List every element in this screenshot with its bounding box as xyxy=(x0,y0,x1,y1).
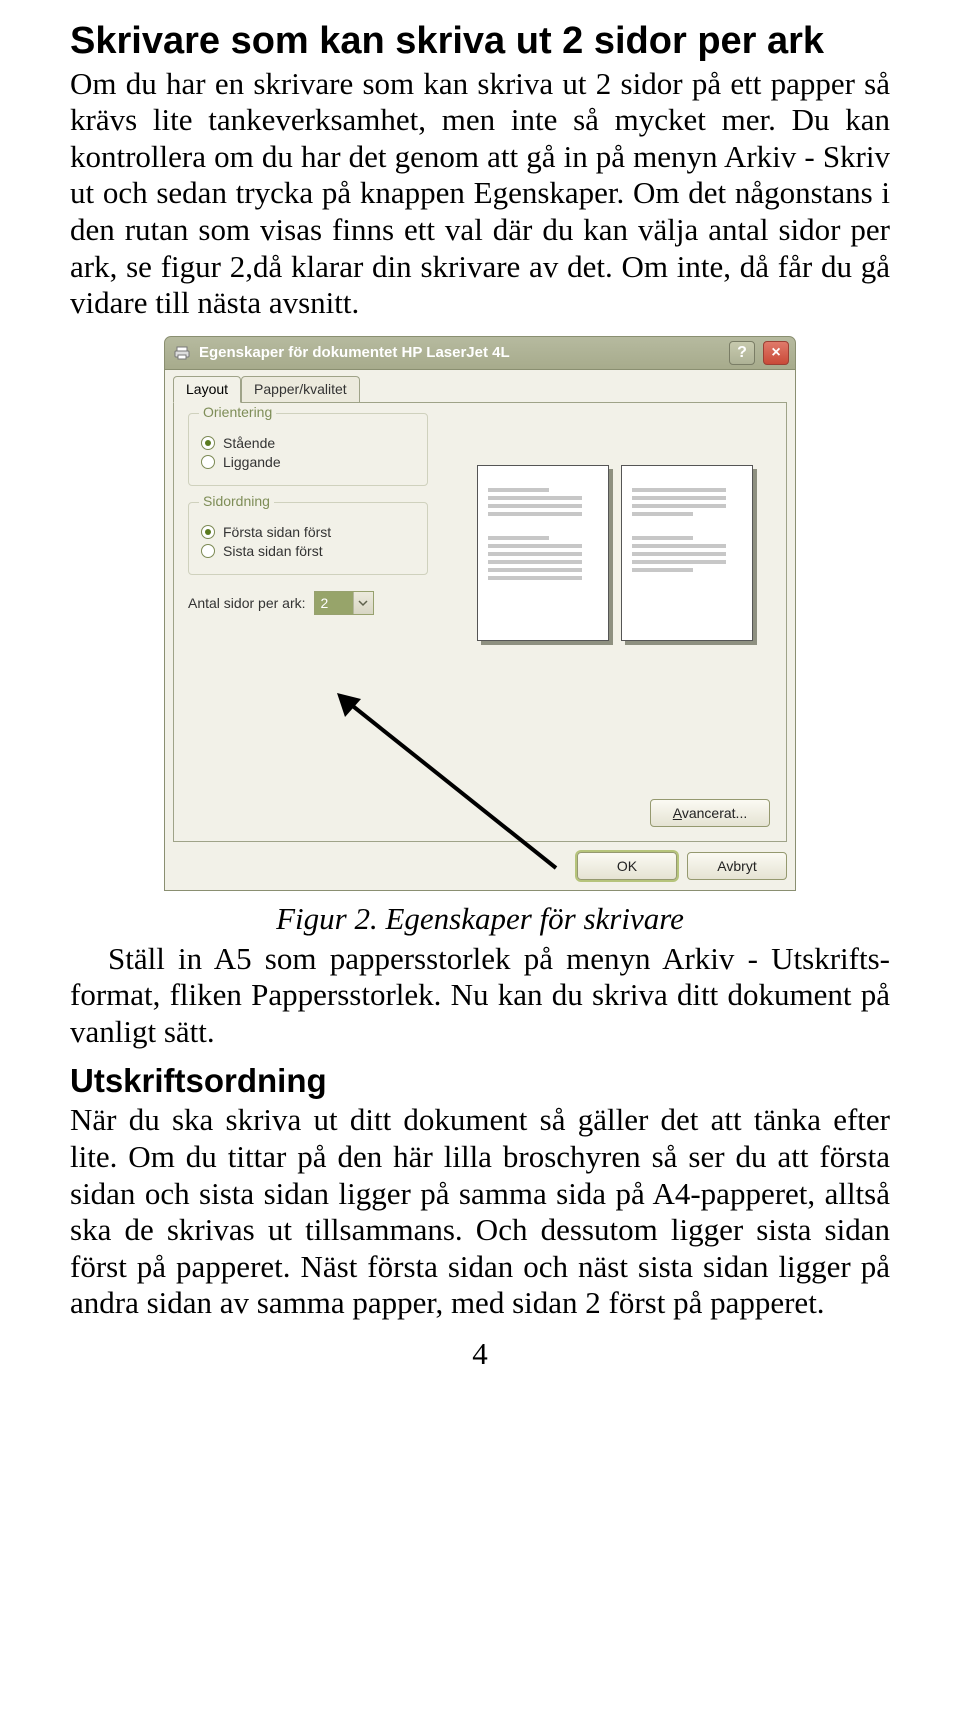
properties-dialog: Egenskaper för dokumentet HP LaserJet 4L… xyxy=(164,336,796,891)
dialog-body: Layout Papper/kvalitet Orientering Ståen… xyxy=(164,370,796,891)
help-button[interactable]: ? xyxy=(729,341,755,365)
preview-page xyxy=(621,465,753,641)
doc-subheading: Utskriftsordning xyxy=(70,1062,890,1100)
pages-per-sheet-label: Antal sidor per ark: xyxy=(188,595,306,611)
tab-strip: Layout Papper/kvalitet xyxy=(173,376,787,403)
radio-label: Första sidan först xyxy=(223,524,331,540)
pages-per-sheet-dropdown[interactable]: 2 xyxy=(314,591,374,615)
advanced-button[interactable]: Avancerat... xyxy=(650,799,770,827)
ok-button[interactable]: OK xyxy=(577,852,677,880)
radio-label: Sista sidan först xyxy=(223,543,323,559)
cancel-button[interactable]: Avbryt xyxy=(687,852,787,880)
page-order-legend: Sidordning xyxy=(199,493,274,509)
pages-preview xyxy=(460,433,770,673)
radio-icon xyxy=(201,455,215,469)
radio-icon xyxy=(201,436,215,450)
dropdown-value: 2 xyxy=(315,592,353,614)
intro-paragraph: Om du har en skrivare som kan skriva ut … xyxy=(70,66,890,322)
chevron-down-icon xyxy=(353,592,373,614)
radio-label: Liggande xyxy=(223,454,281,470)
tab-layout[interactable]: Layout xyxy=(173,376,241,403)
figure-caption: Figur 2. Egenskaper för skrivare xyxy=(70,901,890,937)
radio-icon xyxy=(201,544,215,558)
preview-page xyxy=(477,465,609,641)
radio-landscape[interactable]: Liggande xyxy=(201,454,415,470)
doc-heading: Skrivare som kan skriva ut 2 sidor per a… xyxy=(70,20,890,64)
orientation-group: Orientering Stående Liggande xyxy=(188,413,428,486)
printer-icon xyxy=(173,344,191,362)
radio-label: Stående xyxy=(223,435,275,451)
tab-paper-quality[interactable]: Papper/kvalitet xyxy=(241,376,360,403)
para-after-figure: Ställ in A5 som pappersstorlek på menyn … xyxy=(70,941,890,1051)
dialog-titlebar: Egenskaper för dokumentet HP LaserJet 4L… xyxy=(164,336,796,370)
radio-last-page-first[interactable]: Sista sidan först xyxy=(201,543,415,559)
radio-icon xyxy=(201,525,215,539)
tab-panel-layout: Orientering Stående Liggande Sidordning … xyxy=(173,402,787,842)
page-order-group: Sidordning Första sidan först Sista sida… xyxy=(188,502,428,575)
radio-first-page-first[interactable]: Första sidan först xyxy=(201,524,415,540)
close-button[interactable]: × xyxy=(763,341,789,365)
orientation-legend: Orientering xyxy=(199,404,276,420)
print-order-paragraph: När du ska skriva ut ditt dokument så gä… xyxy=(70,1102,890,1321)
radio-portrait[interactable]: Stående xyxy=(201,435,415,451)
dialog-title: Egenskaper för dokumentet HP LaserJet 4L xyxy=(199,344,721,361)
page-number: 4 xyxy=(70,1336,890,1372)
dialog-button-row: OK Avbryt xyxy=(173,852,787,880)
